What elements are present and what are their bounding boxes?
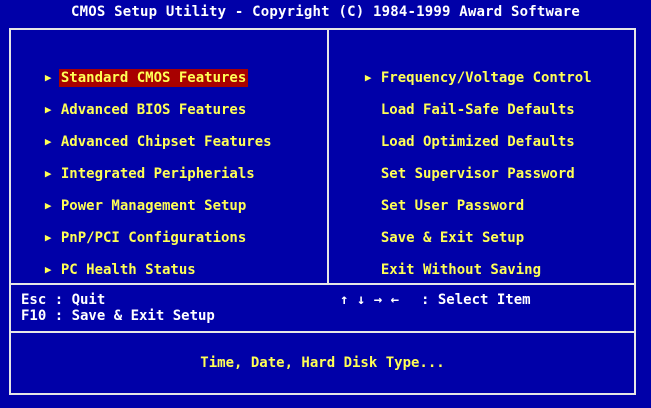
menu-item-set-user-password[interactable]: Set User Password <box>348 179 526 214</box>
menu-item-advanced-bios-features[interactable]: ▶ Advanced BIOS Features <box>28 83 248 118</box>
menu-item-exit-without-saving[interactable]: Exit Without Saving <box>348 243 543 278</box>
help-f10-save-exit: F10 : Save & Exit Setup <box>21 308 215 324</box>
window-title: CMOS Setup Utility - Copyright (C) 1984-… <box>70 4 581 20</box>
help-status-divider <box>9 331 636 333</box>
menu-item-label: PC Health Status <box>60 262 196 278</box>
menu-item-frequency-voltage-control[interactable]: ▶ Frequency/Voltage Control <box>348 51 594 86</box>
menu-item-advanced-chipset-features[interactable]: ▶ Advanced Chipset Features <box>28 115 274 150</box>
menu-item-label: Exit Without Saving <box>380 262 542 278</box>
menu-item-standard-cmos-features[interactable]: ▶ Standard CMOS Features <box>28 51 249 87</box>
status-description: Time, Date, Hard Disk Type... <box>200 355 445 371</box>
submenu-arrow-icon: ▶ <box>44 263 52 276</box>
menu-item-set-supervisor-password[interactable]: Set Supervisor Password <box>348 147 577 182</box>
help-esc-quit: Esc : Quit <box>21 292 106 308</box>
menu-item-save-exit-setup[interactable]: Save & Exit Setup <box>348 211 526 246</box>
help-select-item: : Select Item <box>421 292 531 308</box>
help-arrow-keys-icon: ↑ ↓ → ← <box>340 292 400 308</box>
menu-item-pnp-pci-configurations[interactable]: ▶ PnP/PCI Configurations <box>28 211 248 246</box>
menu-item-power-management-setup[interactable]: ▶ Power Management Setup <box>28 179 248 214</box>
menu-item-load-fail-safe-defaults[interactable]: Load Fail-Safe Defaults <box>348 83 577 118</box>
menu-item-load-optimized-defaults[interactable]: Load Optimized Defaults <box>348 115 577 150</box>
column-divider <box>327 28 329 284</box>
menu-help-divider <box>9 283 636 285</box>
menu-item-integrated-peripherials[interactable]: ▶ Integrated Peripherials <box>28 147 257 182</box>
menu-item-pc-health-status[interactable]: ▶ PC Health Status <box>28 243 198 278</box>
